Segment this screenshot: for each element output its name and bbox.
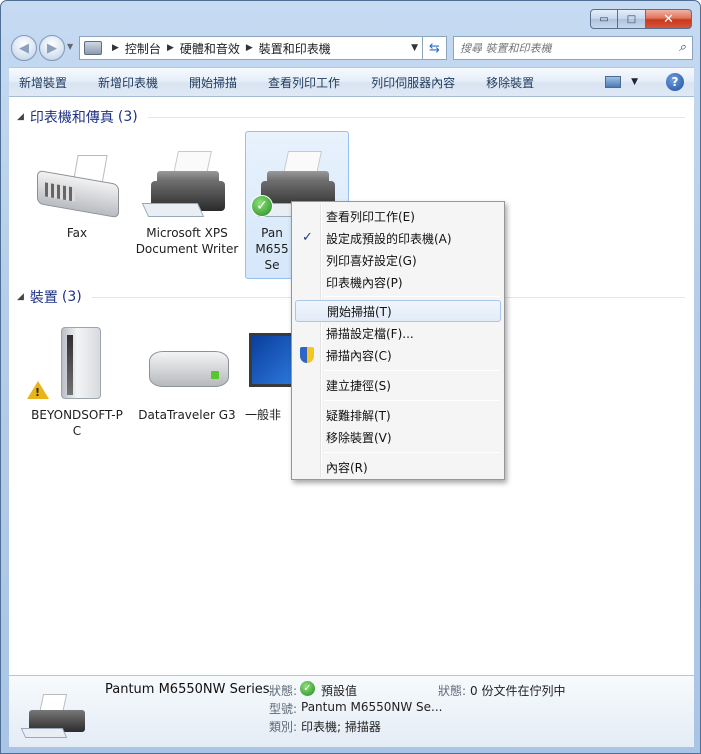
menu-item-label: 內容(R) [326,460,368,475]
menu-item-see-print-jobs[interactable]: 查看列印工作(E) [295,205,501,227]
recent-pages-dropdown[interactable]: ▼ [67,42,73,51]
menu-separator [324,400,500,401]
menu-item-label: 掃描設定檔(F)... [326,326,414,341]
breadcrumb-control-panel[interactable]: 控制台 [125,40,161,57]
device-label: Microsoft XPS Document Writer [135,226,239,256]
refresh-button[interactable]: ⇆ [423,36,447,60]
command-bar: 新增裝置 新增印表機 開始掃描 查看列印工作 列印伺服器內容 移除裝置 ▼ ? [9,67,694,97]
group-title: 印表機和傳真 [29,110,114,126]
chevron-right-icon[interactable]: ▶ [112,43,119,53]
menu-item-create-shortcut[interactable]: 建立捷徑(S) [295,374,501,396]
device-tile-xps-writer[interactable]: Microsoft XPS Document Writer [135,147,239,257]
default-printer-check-icon: ✓ [251,195,273,217]
details-category-value: 印表機; 掃描器 [301,720,381,734]
menu-item-label: 印表機內容(P) [326,275,403,290]
menu-item-scan-properties[interactable]: 掃描內容(C) [295,344,501,366]
address-bar[interactable]: ▶ 控制台 ▶ 硬體和音效 ▶ 裝置和印表機 ▼ [79,36,423,60]
menu-item-label: 開始掃描(T) [327,304,392,319]
group-divider [147,116,685,118]
details-state-value: 預設值 [321,684,358,698]
view-options-dropdown-icon[interactable]: ▼ [631,77,638,87]
control-panel-icon [84,41,102,55]
menu-item-label: 建立捷徑(S) [326,378,391,393]
computer-icon: ! [27,321,127,405]
close-button[interactable]: ✕ [646,9,692,29]
menu-item-label: 列印喜好設定(G) [326,253,417,268]
address-dropdown-icon[interactable]: ▼ [411,43,418,53]
menu-item-start-scan[interactable]: 開始掃描(T) [295,300,501,322]
add-device-button[interactable]: 新增裝置 [19,74,67,91]
group-title: 裝置 [29,290,58,306]
details-category-label: 類別: [269,720,298,734]
menu-item-label: 掃描內容(C) [326,348,392,363]
menu-item-label: 查看列印工作(E) [326,209,415,224]
menu-item-label: 疑難排解(T) [326,408,391,423]
menu-item-properties[interactable]: 內容(R) [295,456,501,478]
checkmark-icon: ✓ [302,230,313,245]
device-tile-usb-drive[interactable]: DataTraveler G3 [135,321,239,423]
menu-separator [324,296,500,297]
add-printer-button[interactable]: 新增印表機 [98,74,158,91]
navigation-bar: ◀ ▶ ▼ ▶ 控制台 ▶ 硬體和音效 ▶ 裝置和印表機 ▼ ⇆ ⌕ [9,34,693,62]
printer-icon [137,147,237,223]
search-icon[interactable]: ⌕ [679,40,686,55]
menu-item-label: 設定成預設的印表機(A) [326,231,452,246]
uac-shield-icon [300,347,314,363]
device-label-line1: BEYONDSOFT-P [31,408,123,422]
breadcrumb-devices-printers[interactable]: 裝置和印表機 [259,40,331,57]
printers-group-header[interactable]: ◢ 印表機和傳真 (3) [17,107,685,127]
device-tile-fax[interactable]: Fax [25,147,129,241]
menu-item-label: 移除裝置(V) [326,430,392,445]
menu-separator [324,370,500,371]
remove-device-button[interactable]: 移除裝置 [486,74,534,91]
details-status-label: 狀態: [438,684,467,698]
default-check-icon: ✓ [300,681,315,696]
print-server-properties-button[interactable]: 列印伺服器內容 [371,74,455,91]
chevron-right-icon[interactable]: ▶ [167,43,174,53]
details-state-label: 狀態: [269,684,298,698]
maximize-button[interactable]: □ [618,9,646,29]
help-icon[interactable]: ? [666,73,684,91]
explorer-window: ▭ □ ✕ ◀ ▶ ▼ ▶ 控制台 ▶ 硬體和音效 ▶ 裝置和印表機 ▼ ⇆ ⌕… [0,0,701,754]
usb-drive-icon [137,321,237,405]
menu-item-set-default-printer[interactable]: ✓ 設定成預設的印表機(A) [295,227,501,249]
device-tile-computer[interactable]: ! BEYONDSOFT-P C [25,321,129,439]
details-model-value: Pantum M6550NW Se... [301,700,443,714]
fax-icon [27,147,127,223]
menu-item-printer-properties[interactable]: 印表機內容(P) [295,271,501,293]
group-count: (3) [61,289,82,305]
menu-item-printing-preferences[interactable]: 列印喜好設定(G) [295,249,501,271]
device-label: Fax [66,226,88,240]
command-bar-right: ▼ ? [605,73,684,91]
details-device-name: Pantum M6550NW Series [105,682,270,697]
menu-item-scan-profiles[interactable]: 掃描設定檔(F)... [295,322,501,344]
back-button[interactable]: ◀ [11,35,37,61]
menu-separator [324,452,500,453]
details-model-label: 型號: [269,702,298,716]
menu-item-remove-device[interactable]: 移除裝置(V) [295,426,501,448]
menu-item-troubleshoot[interactable]: 疑難排解(T) [295,404,501,426]
see-print-jobs-button[interactable]: 查看列印工作 [268,74,340,91]
minimize-button[interactable]: ▭ [590,9,618,29]
change-view-icon[interactable] [605,76,622,88]
collapse-triangle-icon[interactable]: ◢ [17,292,24,302]
device-label: DataTraveler G3 [138,408,236,422]
device-label: Pan M655 Se [255,226,289,272]
chevron-right-icon[interactable]: ▶ [246,43,253,53]
breadcrumb-hardware-sound[interactable]: 硬體和音效 [180,40,240,57]
caption-buttons: ▭ □ ✕ [590,9,692,29]
forward-button[interactable]: ▶ [39,35,65,61]
context-menu: 查看列印工作(E) ✓ 設定成預設的印表機(A) 列印喜好設定(G) 印表機內容… [291,201,505,480]
collapse-triangle-icon[interactable]: ◢ [17,112,24,122]
printer-icon [20,694,93,744]
search-box[interactable]: ⌕ [453,36,693,60]
start-scan-button[interactable]: 開始掃描 [189,74,237,91]
details-pane: Pantum M6550NW Series 狀態: ✓ 預設值 狀態: 0 份文… [9,675,694,747]
group-count: (3) [117,109,138,125]
device-label-line2: C [72,424,82,438]
search-input[interactable] [460,41,660,55]
details-status-value: 0 份文件在佇列中 [470,684,566,698]
